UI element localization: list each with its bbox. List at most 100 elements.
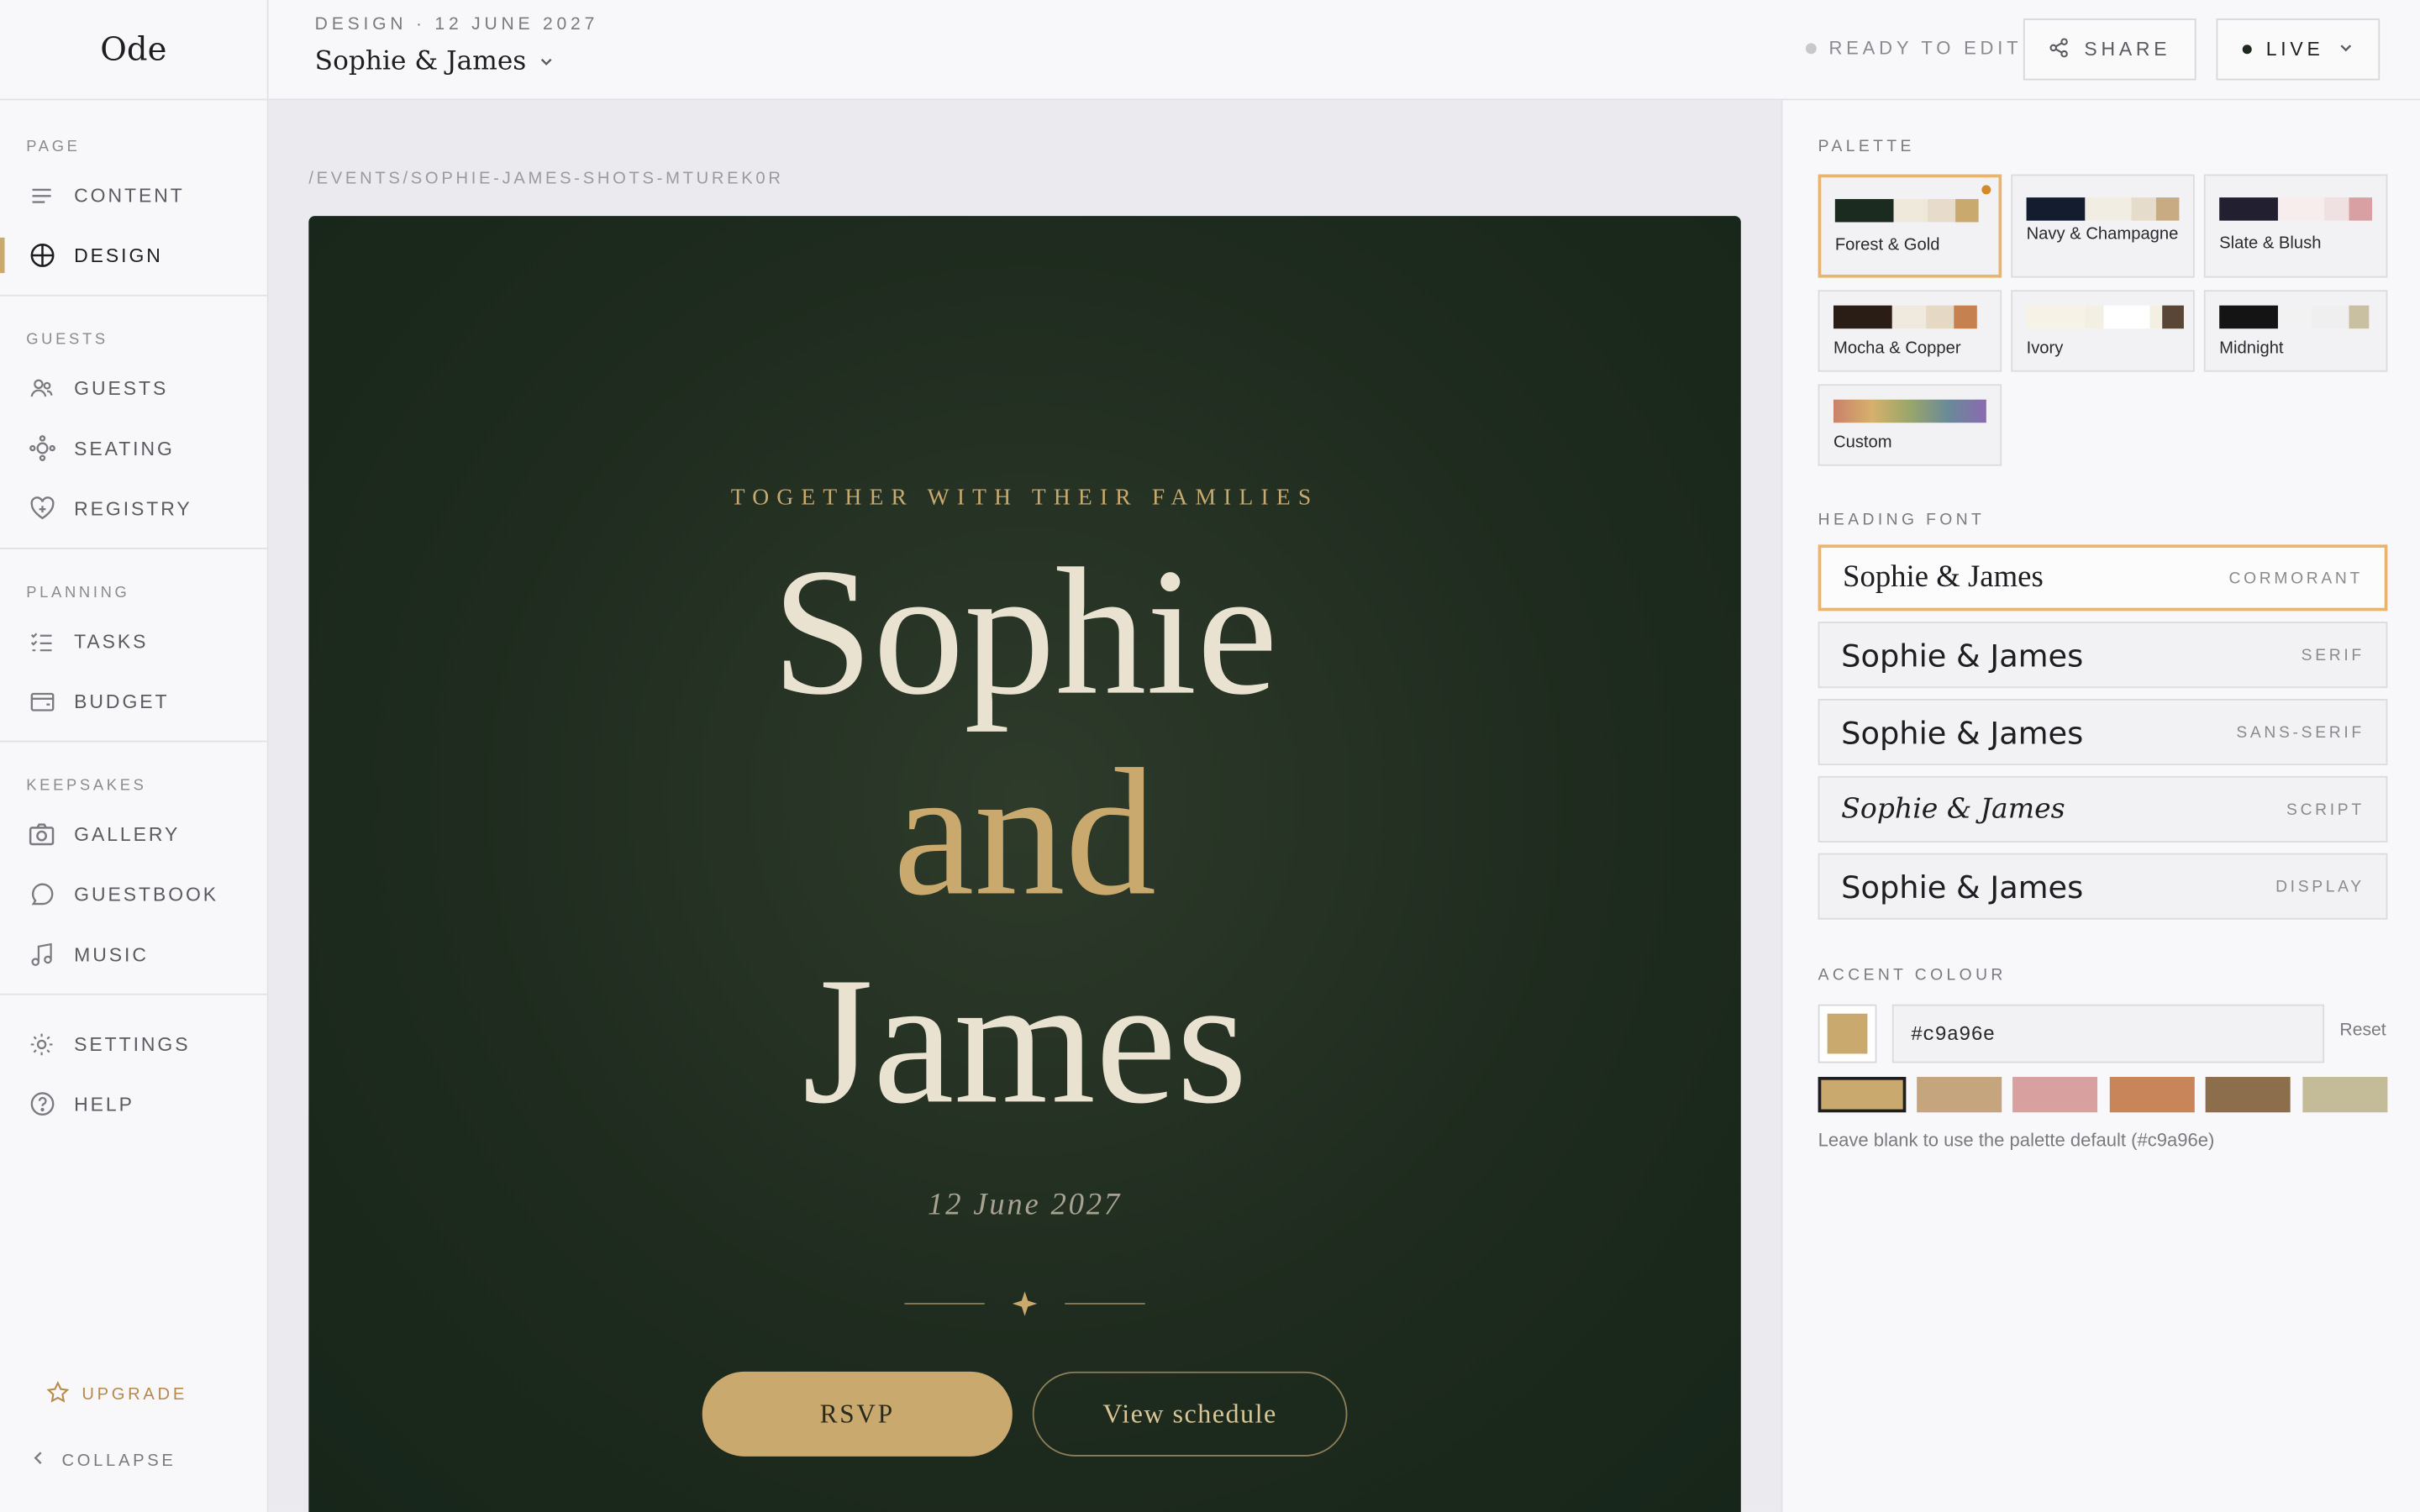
sidebar-section-page: PAGE CONTENT DESIGN [0, 100, 267, 297]
accent-chip[interactable] [2012, 1077, 2098, 1113]
sidebar-section-title: PAGE [26, 139, 81, 156]
palette-name: Midnight [2219, 339, 2284, 359]
font-tag: SCRIPT [2286, 800, 2365, 819]
sidebar-item-gallery[interactable]: GALLERY [0, 804, 267, 864]
palette-name: Navy & Champagne [2026, 225, 2179, 244]
heart-icon [28, 495, 55, 522]
accent-color-preview [1827, 1013, 1868, 1054]
accent-hex-input[interactable] [1891, 1004, 2325, 1063]
invitation-intro: TOGETHER WITH THEIR FAMILIES [730, 486, 1319, 511]
palette-colors [1833, 305, 1977, 329]
event-name: Sophie & James [314, 46, 527, 77]
sidebar-item-help[interactable]: HELP [0, 1074, 267, 1134]
content-lines-icon [28, 181, 55, 209]
font-option-serif[interactable]: Sophie & James SERIF [1818, 622, 2388, 689]
upgrade-button[interactable]: UPGRADE [46, 1381, 187, 1409]
app-root: Ode PAGE CONTENT DESIGN GUESTS GUESTS SE [0, 0, 2420, 1512]
upgrade-label: UPGRADE [82, 1385, 187, 1404]
share-button[interactable]: SHARE [2023, 18, 2196, 81]
font-option-script[interactable]: Sophie & James SCRIPT [1818, 775, 2388, 843]
live-status-dropdown[interactable]: LIVE [2216, 18, 2381, 81]
sidebar-section-title: GUESTS [26, 331, 108, 349]
globe-icon [28, 241, 55, 269]
sidebar-section-title: KEEPSAKES [26, 777, 147, 795]
camera-icon [28, 820, 55, 848]
design-panel: PALETTE Forest & Gold Navy & Champagne S… [1781, 100, 2420, 1512]
palette-title: PALETTE [1818, 137, 1915, 156]
accent-hint: Leave blank to use the palette default (… [1818, 1129, 2215, 1152]
sidebar-item-budget[interactable]: BUDGET [0, 671, 267, 732]
invitation-name-2: James [802, 939, 1248, 1142]
sidebar-section-guests: GUESTS GUESTS SEATING REGISTRY [0, 297, 267, 549]
palette-midnight[interactable]: Midnight [2203, 290, 2388, 372]
event-url-path[interactable]: /EVENTS/SOPHIE-JAMES-SHOTS-MTUREK0R [308, 170, 783, 188]
share-icon [2049, 36, 2070, 62]
palette-navy-champagne[interactable]: Navy & Champagne [2011, 174, 2195, 278]
sidebar-item-label: GALLERY [74, 822, 181, 845]
sidebar-item-registry[interactable]: REGISTRY [0, 478, 267, 538]
palette-name: Ivory [2026, 339, 2064, 359]
palette-name: Forest & Gold [1834, 236, 1940, 255]
chevron-down-icon [539, 46, 554, 77]
sidebar-item-design[interactable]: DESIGN [0, 225, 267, 286]
accent-colour-title: ACCENT COLOUR [1818, 965, 2007, 984]
sidebar-section-title: PLANNING [26, 585, 130, 602]
palette-name: Custom [1833, 433, 1892, 453]
accent-chip[interactable] [1917, 1077, 2002, 1113]
selected-dot-icon [1981, 185, 1991, 195]
live-label: LIVE [2265, 38, 2324, 60]
palette-colors [2026, 197, 2180, 221]
sidebar-item-music[interactable]: MUSIC [0, 924, 267, 984]
sidebar-item-label: REGISTRY [74, 497, 192, 520]
sidebar-item-label: GUESTBOOK [74, 883, 219, 906]
app-logo[interactable]: Ode [0, 0, 267, 101]
font-tag: DISPLAY [2275, 877, 2365, 896]
accent-color-picker[interactable] [1818, 1004, 1877, 1063]
accent-chip[interactable] [2109, 1077, 2195, 1113]
accent-chip[interactable] [1818, 1077, 1907, 1113]
invitation-preview: TOGETHER WITH THEIR FAMILIES Sophie and … [308, 216, 1741, 1512]
sidebar-section-keepsakes: KEEPSAKES GALLERY GUESTBOOK MUSIC [0, 742, 267, 995]
font-sample: Sophie & James [1841, 793, 2065, 826]
sidebar-item-label: TASKS [74, 630, 149, 653]
save-status: READY TO EDIT [1805, 37, 2023, 59]
font-tag: SANS-SERIF [2236, 722, 2365, 742]
palette-name: Mocha & Copper [1833, 339, 1961, 359]
font-sample: Sophie & James [1841, 636, 2084, 674]
reset-button[interactable]: Reset [2339, 1021, 2386, 1040]
palette-forest-gold[interactable]: Forest & Gold [1818, 174, 2002, 278]
star-icon [46, 1381, 70, 1409]
sidebar-item-content[interactable]: CONTENT [0, 165, 267, 226]
palette-name: Slate & Blush [2219, 234, 2322, 254]
sidebar-item-label: SETTINGS [74, 1032, 191, 1055]
accent-chip[interactable] [2205, 1077, 2291, 1113]
wallet-icon [28, 687, 55, 715]
status-text: READY TO EDIT [1828, 37, 2023, 59]
palette-mocha-copper[interactable]: Mocha & Copper [1818, 290, 2002, 372]
sidebar-item-tasks[interactable]: TASKS [0, 611, 267, 671]
font-option-cormorant[interactable]: Sophie & James CORMORANT [1818, 544, 2388, 612]
font-option-display[interactable]: Sophie & James DISPLAY [1818, 853, 2388, 920]
share-label: SHARE [2084, 38, 2171, 60]
sidebar-section-planning: PLANNING TASKS BUDGET [0, 549, 267, 743]
accent-chip[interactable] [2302, 1077, 2388, 1113]
sidebar-item-seating[interactable]: SEATING [0, 418, 267, 479]
rsvp-button[interactable]: RSVP [702, 1371, 1013, 1457]
font-option-sans-serif[interactable]: Sophie & James SANS-SERIF [1818, 699, 2388, 766]
sidebar-item-label: GUESTS [74, 377, 169, 399]
sidebar-item-guests[interactable]: GUESTS [0, 358, 267, 418]
sidebar-item-guestbook[interactable]: GUESTBOOK [0, 864, 267, 925]
collapse-button[interactable]: COLLAPSE [31, 1450, 176, 1470]
users-icon [28, 374, 55, 402]
palette-custom[interactable]: Custom [1818, 384, 2002, 466]
top-header: DESIGN · 12 JUNE 2027 Sophie & James REA… [268, 0, 2420, 101]
palette-slate-blush[interactable]: Slate & Blush [2203, 174, 2388, 278]
ornament-divider-icon [904, 1291, 1145, 1316]
sidebar-item-label: DESIGN [74, 244, 163, 266]
chevron-down-icon [2338, 39, 2353, 60]
sidebar-item-settings[interactable]: SETTINGS [0, 1014, 267, 1074]
sidebar-item-label: HELP [74, 1093, 134, 1116]
event-selector[interactable]: Sophie & James [315, 46, 555, 77]
palette-ivory[interactable]: Ivory [2011, 290, 2195, 372]
view-schedule-button[interactable]: View schedule [1032, 1371, 1348, 1457]
